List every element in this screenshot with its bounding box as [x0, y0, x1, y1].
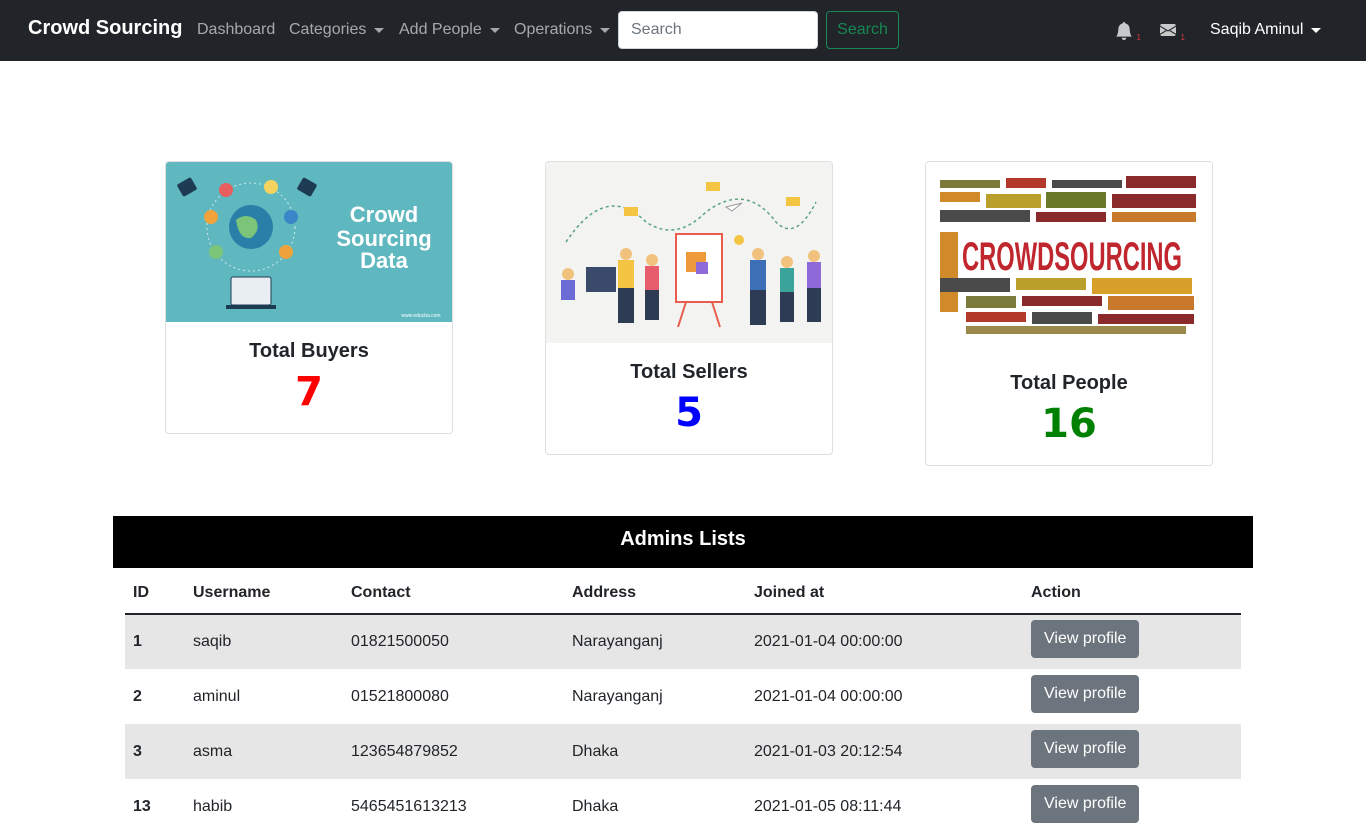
column-header-joined-at: Joined at: [746, 572, 1023, 615]
table-row: 2 aminul 01521800080 Narayanganj 2021-01…: [125, 669, 1241, 724]
total-buyers-card: Crowd Sourcing Data www.educba.com Total…: [165, 161, 453, 434]
image-text-line-1: Crowd: [350, 202, 418, 227]
nav-add-people-dropdown[interactable]: Add People: [399, 21, 500, 39]
crowd-sourcing-data-image: Crowd Sourcing Data www.educba.com: [166, 162, 452, 322]
chevron-down-icon: [600, 27, 611, 33]
cell-action: View profile: [1023, 614, 1241, 669]
notification-count-badge: 1: [1136, 33, 1141, 42]
view-profile-button[interactable]: View profile: [1031, 784, 1140, 823]
nav-operations-label: Operations: [514, 21, 593, 38]
user-menu-dropdown[interactable]: Saqib Aminul: [1210, 21, 1322, 39]
image-caption: www.educba.com: [401, 313, 440, 319]
cell-action: View profile: [1023, 724, 1241, 779]
cell-joined-at: 2021-01-05 08:11:44: [754, 797, 902, 815]
cell-contact: 123654879852: [343, 724, 564, 779]
cell-id: 3: [125, 724, 185, 779]
column-header-id: ID: [125, 572, 185, 615]
table-row: 1 saqib 01821500050 Narayanganj 2021-01-…: [125, 614, 1241, 669]
cell-id: 2: [133, 687, 142, 705]
nav-dashboard-label: Dashboard: [197, 21, 276, 38]
table-row: 13 habib 5465451613213 Dhaka 2021-01-05 …: [125, 779, 1241, 834]
column-header-contact: Contact: [343, 572, 564, 615]
nav-operations-dropdown[interactable]: Operations: [514, 21, 611, 39]
nav-add-people-label: Add People: [399, 21, 482, 38]
admins-list-title: Admins Lists: [113, 516, 1253, 568]
notifications-button[interactable]: 1: [1115, 21, 1141, 42]
messages-button[interactable]: 1: [1159, 22, 1185, 42]
brand-link[interactable]: Crowd Sourcing: [28, 17, 182, 40]
buyers-count: 7: [295, 369, 323, 415]
admins-table: ID Username Contact Address Joined at Ac…: [125, 572, 1241, 834]
cell-joined-at: 2021-01-04 00:00:00: [746, 614, 1023, 669]
team-presentation-illustration: [561, 182, 821, 328]
total-sellers-card: Total Sellers 5: [545, 161, 833, 455]
cell-contact: 01821500050: [343, 614, 564, 669]
word-cloud-main-word: CROWDSOURCING: [962, 235, 1182, 279]
cell-joined-at: 2021-01-03 20:12:54: [746, 724, 1023, 779]
column-header-action: Action: [1023, 572, 1241, 615]
cell-action: View profile: [1023, 669, 1241, 724]
total-people-card: CROWDSOURCING Total People 16: [925, 161, 1213, 466]
word-cloud-illustration: CROWDSOURCING: [936, 174, 1204, 342]
view-profile-button[interactable]: View profile: [1031, 620, 1140, 658]
nav-categories-dropdown[interactable]: Categories: [289, 21, 385, 39]
chevron-down-icon: [489, 27, 500, 33]
cell-address: Dhaka: [564, 724, 746, 779]
card-title: Total Buyers: [249, 340, 369, 362]
view-profile-button[interactable]: View profile: [1031, 674, 1140, 713]
cell-joined-at: 2021-01-04 00:00:00: [754, 687, 903, 705]
crowdsourcing-word-cloud-image: CROWDSOURCING: [926, 162, 1212, 354]
chevron-down-icon: [1311, 27, 1322, 33]
column-header-username: Username: [185, 572, 343, 615]
cell-address: Narayanganj: [572, 687, 663, 705]
cell-action: View profile: [1023, 779, 1241, 834]
bell-icon: [1116, 21, 1132, 40]
envelope-icon: [1160, 24, 1176, 36]
chevron-down-icon: [374, 27, 385, 33]
nav-dashboard[interactable]: Dashboard: [197, 21, 275, 39]
message-count-badge: 1: [1180, 33, 1185, 42]
image-text-line-3: Data: [360, 248, 408, 273]
sellers-count: 5: [675, 390, 703, 436]
search-input[interactable]: [618, 11, 818, 49]
column-header-address: Address: [564, 572, 746, 615]
user-name: Saqib Aminul: [1210, 21, 1304, 38]
cell-address: Dhaka: [572, 797, 619, 815]
card-title: Total People: [1010, 372, 1128, 394]
cell-address: Narayanganj: [564, 614, 746, 669]
cell-username: asma: [185, 724, 343, 779]
cell-contact: 5465451613213: [351, 797, 467, 815]
table-header-row: ID Username Contact Address Joined at Ac…: [125, 572, 1241, 615]
crowd-sourcing-illustration: Crowd Sourcing Data www.educba.com: [177, 177, 441, 319]
cell-username: aminul: [193, 687, 241, 705]
team-presentation-image: [546, 162, 832, 343]
view-profile-button[interactable]: View profile: [1031, 729, 1140, 768]
table-row: 3 asma 123654879852 Dhaka 2021-01-03 20:…: [125, 724, 1241, 779]
people-count: 16: [1041, 401, 1097, 447]
cell-id: 1: [125, 614, 185, 669]
nav-categories-label: Categories: [289, 21, 367, 38]
cell-username: habib: [193, 797, 233, 815]
cell-username: saqib: [185, 614, 343, 669]
navbar: Crowd Sourcing Dashboard Categories Add …: [0, 0, 1366, 61]
card-title: Total Sellers: [630, 361, 748, 383]
cell-id: 13: [133, 797, 151, 815]
search-button[interactable]: Search: [826, 11, 899, 49]
cell-contact: 01521800080: [351, 687, 449, 705]
